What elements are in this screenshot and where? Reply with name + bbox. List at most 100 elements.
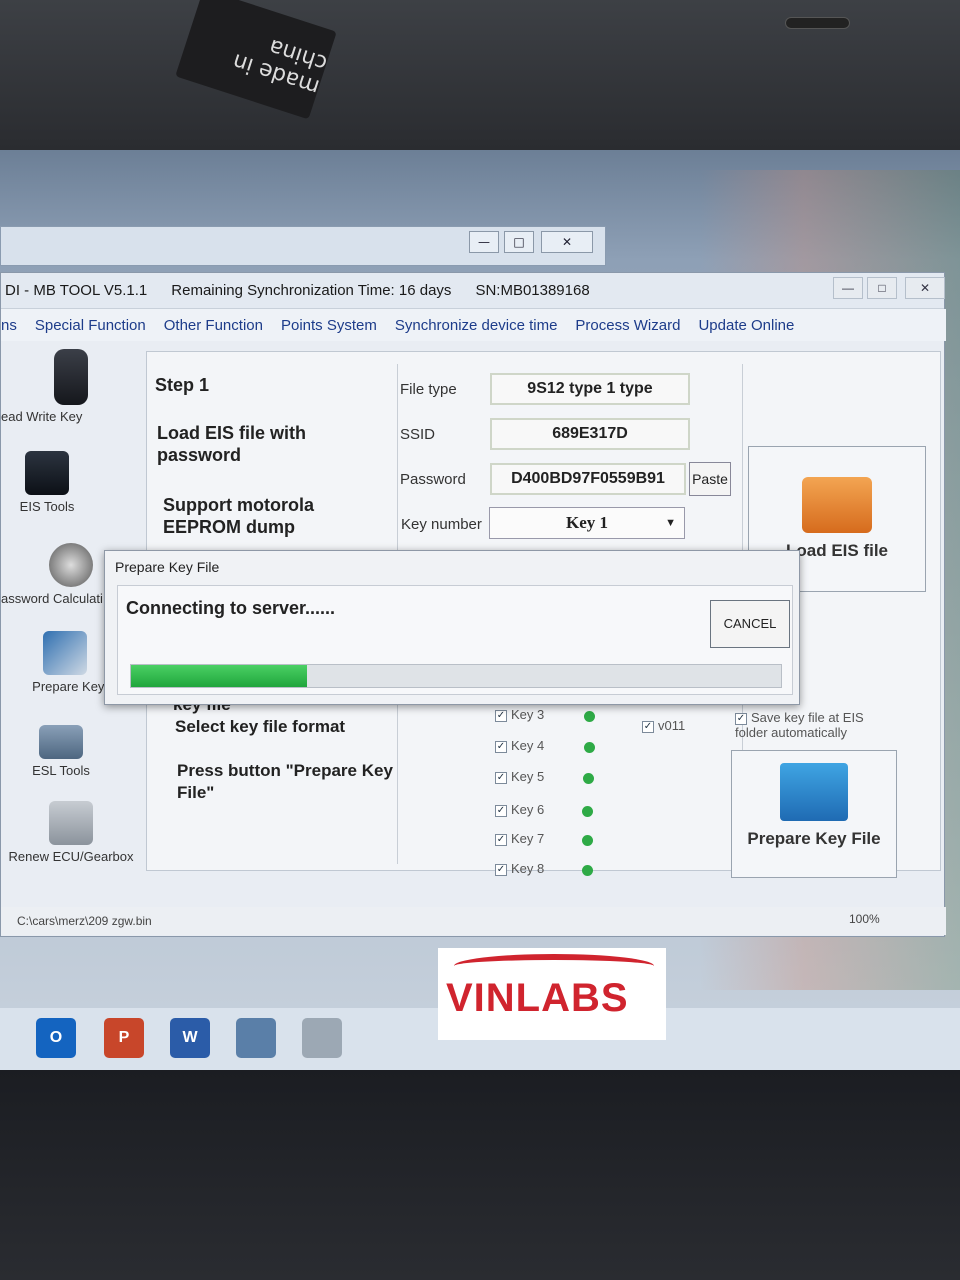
- menu-item-other-function[interactable]: Other Function: [164, 317, 263, 334]
- powerpoint-icon[interactable]: P: [104, 1018, 144, 1058]
- menu-item-ns[interactable]: ns: [1, 317, 17, 334]
- eis-icon: [25, 451, 69, 495]
- ssid-field[interactable]: 689E317D: [490, 418, 690, 450]
- key-4-checkbox[interactable]: ✓ Key 4: [495, 738, 544, 753]
- menu-item-points-system[interactable]: Points System: [281, 317, 377, 334]
- sidebar-item-read-write-key[interactable]: ead Write Key: [1, 349, 141, 424]
- gears-icon: [49, 543, 93, 587]
- cancel-button[interactable]: CANCEL: [710, 600, 790, 648]
- mb-tool-icon[interactable]: [302, 1018, 342, 1058]
- sidebar-item-eis-tools[interactable]: EIS Tools: [0, 451, 117, 514]
- sidebar-label: ESL Tools: [32, 763, 90, 778]
- status-dot: [584, 711, 595, 722]
- camera-slot: [785, 17, 850, 29]
- checkbox-icon: ✓: [495, 740, 507, 753]
- option-label: Save key file at EIS folder automaticall…: [735, 710, 864, 740]
- progress-percent: 100%: [849, 912, 880, 926]
- sidebar-label: ead Write Key: [1, 409, 83, 424]
- key-label: Key 8: [511, 861, 545, 876]
- sidebar-item-esl-tools[interactable]: ESL Tools: [0, 725, 131, 778]
- status-dot: [582, 865, 593, 876]
- key-file-icon: [43, 631, 87, 675]
- key-label: Key 7: [511, 831, 545, 846]
- close-icon[interactable]: ✕: [905, 277, 945, 299]
- paste-button[interactable]: Paste: [689, 462, 731, 496]
- menu-item-update-online[interactable]: Update Online: [698, 317, 794, 334]
- step-press-button: Press button "Prepare Key File": [177, 761, 393, 802]
- v011-checkbox[interactable]: ✓ v011: [642, 718, 685, 733]
- menu-item-process-wizard[interactable]: Process Wizard: [575, 317, 680, 334]
- step-title: Step 1: [155, 375, 210, 395]
- file-type-field: 9S12 type 1 type: [490, 373, 690, 405]
- checkbox-icon: ✓: [642, 720, 654, 733]
- key-5-checkbox[interactable]: ✓ Key 5: [495, 769, 544, 784]
- key-7-checkbox[interactable]: ✓ Key 7: [495, 831, 544, 846]
- load-eis-label: Load EIS file: [785, 541, 889, 560]
- password-label: Password: [400, 471, 466, 488]
- key-number-value: Key 1: [565, 513, 609, 532]
- status-dot: [584, 742, 595, 753]
- word-icon[interactable]: W: [170, 1018, 210, 1058]
- checkbox-icon: ✓: [495, 833, 507, 846]
- status-bar: C:\cars\merz\209 zgw.bin 100%: [1, 907, 946, 935]
- chevron-down-icon: ▼: [665, 517, 676, 529]
- close-icon[interactable]: ✕: [541, 231, 593, 253]
- key-6-checkbox[interactable]: ✓ Key 6: [495, 802, 544, 817]
- checkbox-icon: ✓: [495, 709, 507, 722]
- app-icon[interactable]: [236, 1018, 276, 1058]
- maximize-icon[interactable]: □: [867, 277, 897, 299]
- key-label: Key 4: [511, 738, 545, 753]
- progress-fill: [131, 665, 307, 687]
- step-select-format: Select key file format: [175, 717, 346, 736]
- maximize-icon[interactable]: □: [504, 231, 534, 253]
- vinlabs-wordmark: VINLABS: [446, 976, 629, 1020]
- download-icon: [780, 763, 848, 821]
- menu-item-special-function[interactable]: Special Function: [35, 317, 146, 334]
- sidebar-label: EIS Tools: [19, 499, 75, 514]
- status-dot: [582, 835, 593, 846]
- minimize-icon[interactable]: —: [469, 231, 499, 253]
- prepare-key-label: Prepare Key File: [747, 829, 881, 848]
- key-number-select[interactable]: Key 1 ▼: [489, 507, 685, 539]
- file-type-label: File type: [400, 381, 457, 398]
- minimize-icon[interactable]: —: [833, 277, 863, 299]
- folder-icon: [802, 477, 872, 533]
- menu-item-synchronize-time[interactable]: Synchronize device time: [395, 317, 558, 334]
- dialog-body: Connecting to server...... CANCEL: [117, 585, 793, 695]
- title-bar: DI - MB TOOL V5.1.1 Remaining Synchroniz…: [1, 273, 945, 309]
- app-title: DI - MB TOOL V5.1.1: [5, 282, 148, 299]
- outlook-icon[interactable]: O: [36, 1018, 76, 1058]
- ssid-label: SSID: [400, 426, 436, 443]
- car-key-icon: [54, 349, 88, 405]
- step-support: Support motorola EEPROM dump: [163, 495, 314, 537]
- password-field[interactable]: D400BD97F0559B91: [490, 463, 686, 495]
- key-label: Key 6: [511, 802, 545, 817]
- car-outline: [454, 954, 654, 978]
- screen: — □ ✕ DI - MB TOOL V5.1.1 Remaining Sync…: [0, 150, 960, 1070]
- checkbox-icon: ✓: [495, 771, 507, 784]
- key-label: Key 3: [511, 707, 545, 722]
- sidebar-item-renew-ecu[interactable]: Renew ECU/Gearbox: [1, 801, 141, 864]
- status-dot: [582, 806, 593, 817]
- key-3-checkbox[interactable]: ✓ Key 3: [495, 707, 544, 722]
- prepare-key-file-button[interactable]: Prepare Key File: [731, 750, 897, 878]
- background-window: — □ ✕: [0, 226, 606, 266]
- status-dot: [583, 773, 594, 784]
- laptop-bezel-top: made in china: [0, 0, 960, 150]
- key-label: Key 5: [511, 769, 545, 784]
- esl-icon: [39, 725, 83, 759]
- prepare-key-file-dialog: Prepare Key File Connecting to server...…: [104, 550, 800, 705]
- ecu-icon: [49, 801, 93, 845]
- sync-time: Remaining Synchronization Time: 16 days: [171, 282, 452, 299]
- step-load-eis: Load EIS file with password: [157, 423, 307, 465]
- made-in-china-sticker: made in china: [175, 0, 337, 120]
- dialog-title: Prepare Key File: [115, 559, 220, 575]
- progress-bar: [130, 664, 782, 688]
- checkbox-icon: ✓: [495, 863, 507, 876]
- connecting-message: Connecting to server......: [126, 598, 336, 618]
- save-auto-checkbox[interactable]: ✓ Save key file at EIS folder automatical…: [735, 710, 885, 740]
- key-number-label: Key number: [401, 516, 482, 533]
- menu-bar: ns Special Function Other Function Point…: [1, 309, 946, 341]
- laptop-bezel-bottom: [0, 1070, 960, 1280]
- key-8-checkbox[interactable]: ✓ Key 8: [495, 861, 544, 876]
